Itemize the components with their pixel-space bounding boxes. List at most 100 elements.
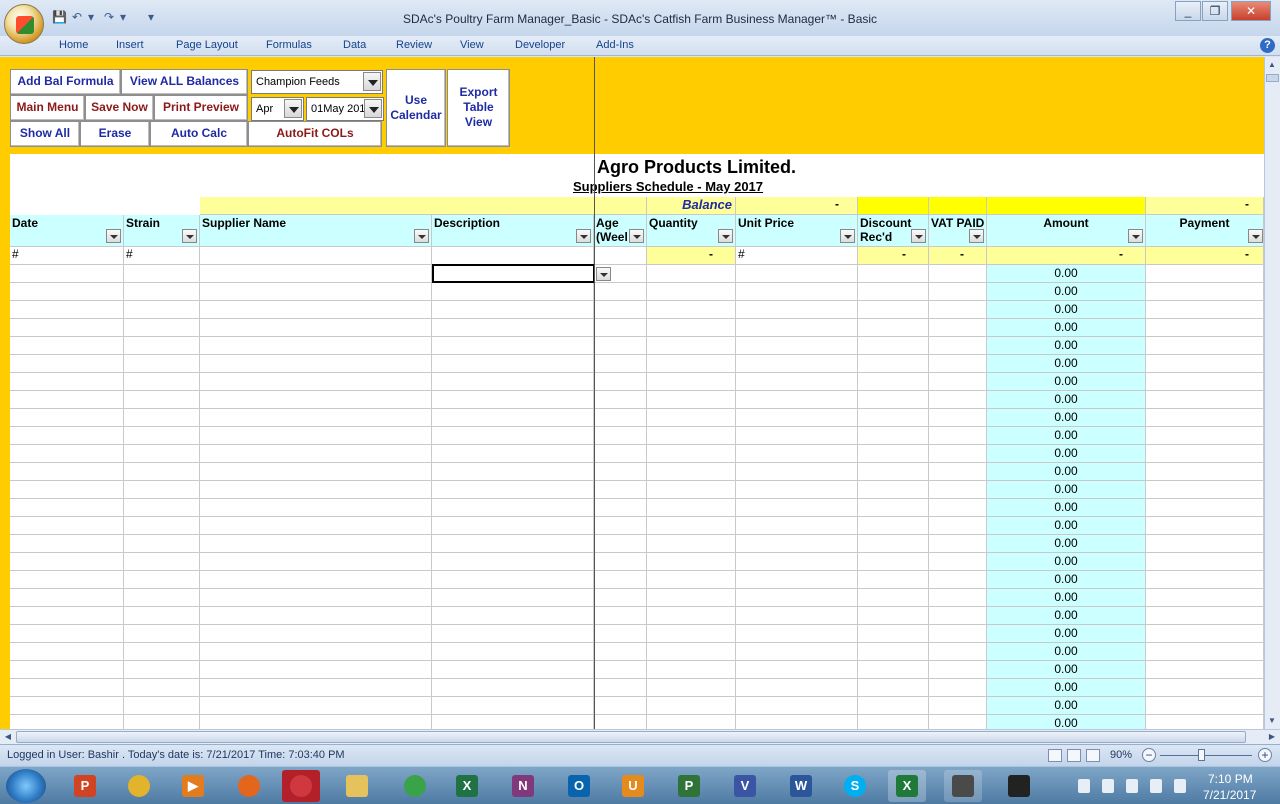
cell-payment[interactable] (1146, 319, 1264, 337)
minimize-button[interactable]: _ (1175, 1, 1201, 21)
start-button[interactable] (6, 769, 46, 803)
cell-quantity[interactable] (647, 283, 736, 301)
cell-quantity[interactable] (647, 697, 736, 715)
total-date[interactable]: # (10, 247, 124, 265)
cell-unit-price[interactable] (736, 625, 858, 643)
cell-amount[interactable]: 0.00 (987, 571, 1146, 589)
cell-description[interactable] (432, 373, 594, 391)
cell-strain[interactable] (124, 715, 200, 729)
cell-supplier[interactable] (200, 337, 432, 355)
total-amount[interactable]: - (987, 247, 1146, 265)
cell-age[interactable] (594, 445, 647, 463)
cell-age[interactable] (594, 283, 647, 301)
cell-discount[interactable] (858, 463, 929, 481)
cell-age[interactable] (594, 697, 647, 715)
cell-discount[interactable] (858, 643, 929, 661)
cell-discount[interactable] (858, 535, 929, 553)
chrome-icon[interactable] (120, 770, 158, 802)
chrome-icon[interactable] (396, 770, 434, 802)
cell-payment[interactable] (1146, 589, 1264, 607)
cell-supplier[interactable] (200, 355, 432, 373)
cell-payment[interactable] (1146, 445, 1264, 463)
cell-discount[interactable] (858, 715, 929, 729)
cell-discount[interactable] (858, 283, 929, 301)
use-calendar-button[interactable]: Use Calendar (386, 69, 446, 147)
chevron-down-icon[interactable] (284, 99, 302, 118)
cell-unit-price[interactable] (736, 481, 858, 499)
cell-vat[interactable] (929, 319, 987, 337)
cell-payment[interactable] (1146, 481, 1264, 499)
cell-vat[interactable] (929, 607, 987, 625)
cell-date[interactable] (10, 643, 124, 661)
cell-supplier[interactable] (200, 499, 432, 517)
cell-strain[interactable] (124, 625, 200, 643)
cell-description[interactable] (432, 571, 594, 589)
cell-discount[interactable] (858, 373, 929, 391)
cell-date[interactable] (10, 607, 124, 625)
cell-discount[interactable] (858, 265, 929, 283)
cell-supplier[interactable] (200, 481, 432, 499)
cell-age[interactable] (594, 463, 647, 481)
cell-unit-price[interactable] (736, 463, 858, 481)
cell-vat[interactable] (929, 355, 987, 373)
project-icon[interactable]: P (670, 770, 708, 802)
cell-strain[interactable] (124, 697, 200, 715)
cell-supplier[interactable] (200, 625, 432, 643)
cell-payment[interactable] (1146, 409, 1264, 427)
cell-quantity[interactable] (647, 553, 736, 571)
horizontal-scrollbar[interactable]: ◀ ▶ (0, 729, 1280, 744)
cell-strain[interactable] (124, 301, 200, 319)
cell-quantity[interactable] (647, 517, 736, 535)
cell-unit-price[interactable] (736, 391, 858, 409)
cell-unit-price[interactable] (736, 427, 858, 445)
cell-description[interactable] (432, 409, 594, 427)
cell-payment[interactable] (1146, 553, 1264, 571)
volume-icon[interactable] (1150, 779, 1162, 793)
zoom-in-button[interactable]: + (1258, 748, 1272, 762)
cell-age[interactable] (594, 391, 647, 409)
cell-unit-price[interactable] (736, 499, 858, 517)
total-strain[interactable]: # (124, 247, 200, 265)
cell-payment[interactable] (1146, 679, 1264, 697)
cell-vat[interactable] (929, 679, 987, 697)
cell-discount[interactable] (858, 445, 929, 463)
cell-date[interactable] (10, 481, 124, 499)
tab-data[interactable]: Data (343, 39, 366, 51)
total-age[interactable] (594, 247, 647, 265)
cell-unit-price[interactable] (736, 589, 858, 607)
cell-date[interactable] (10, 373, 124, 391)
cell-payment[interactable] (1146, 463, 1264, 481)
cell-amount[interactable]: 0.00 (987, 463, 1146, 481)
cell-discount[interactable] (858, 589, 929, 607)
cell-strain[interactable] (124, 571, 200, 589)
outlook-icon[interactable]: O (560, 770, 598, 802)
cell-amount[interactable]: 0.00 (987, 373, 1146, 391)
cell-vat[interactable] (929, 445, 987, 463)
cell-payment[interactable] (1146, 373, 1264, 391)
cell-unit-price[interactable] (736, 607, 858, 625)
cell-supplier[interactable] (200, 535, 432, 553)
cell-vat[interactable] (929, 373, 987, 391)
cell-age[interactable] (594, 589, 647, 607)
cell-date[interactable] (10, 445, 124, 463)
cell-strain[interactable] (124, 463, 200, 481)
cell-discount[interactable] (858, 553, 929, 571)
cell-strain[interactable] (124, 481, 200, 499)
firefox-icon[interactable] (230, 770, 268, 802)
cell-unit-price[interactable] (736, 661, 858, 679)
cell-amount[interactable]: 0.00 (987, 319, 1146, 337)
cell-date[interactable] (10, 391, 124, 409)
cell-vat[interactable] (929, 589, 987, 607)
cell-strain[interactable] (124, 283, 200, 301)
cell-discount[interactable] (858, 607, 929, 625)
cell-strain[interactable] (124, 661, 200, 679)
view-all-balances-button[interactable]: View ALL Balances (121, 69, 248, 95)
cell-quantity[interactable] (647, 481, 736, 499)
cell-age[interactable] (594, 661, 647, 679)
cell-unit-price[interactable] (736, 445, 858, 463)
cell-vat[interactable] (929, 409, 987, 427)
cell-amount[interactable]: 0.00 (987, 301, 1146, 319)
cell-quantity[interactable] (647, 319, 736, 337)
cell-discount[interactable] (858, 391, 929, 409)
cell-amount[interactable]: 0.00 (987, 445, 1146, 463)
